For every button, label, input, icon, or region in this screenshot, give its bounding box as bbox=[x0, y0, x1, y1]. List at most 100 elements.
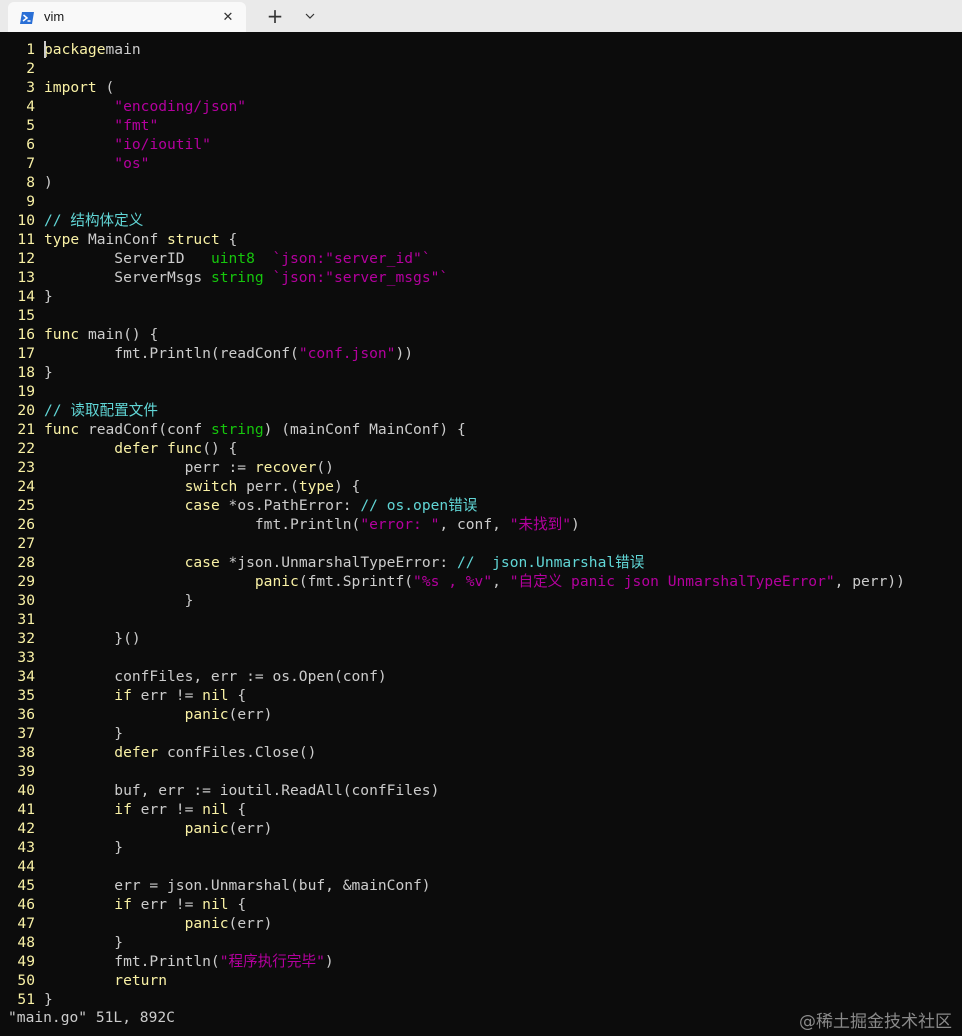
line-number: 16 bbox=[17, 326, 35, 343]
chevron-down-icon[interactable] bbox=[298, 4, 322, 28]
line-number: 24 bbox=[17, 478, 35, 495]
tab-vim[interactable]: vim ✕ bbox=[8, 2, 246, 32]
code-token: panic bbox=[254, 573, 299, 590]
code-token: nil bbox=[202, 687, 229, 704]
code-token: // 读取配置文件 bbox=[44, 402, 158, 419]
line-number: 51 bbox=[17, 991, 35, 1008]
line-number: 43 bbox=[17, 839, 35, 856]
code-line: 45 err = json.Unmarshal(buf, &mainConf) bbox=[0, 876, 962, 895]
code-line: 11 type MainConf struct { bbox=[0, 230, 962, 249]
code-token: type bbox=[298, 478, 334, 495]
close-icon[interactable]: ✕ bbox=[218, 7, 238, 27]
line-number: 32 bbox=[17, 630, 35, 647]
code-token: err != bbox=[131, 687, 203, 704]
code-line: 9 bbox=[0, 192, 962, 211]
line-number: 4 bbox=[26, 98, 35, 115]
code-token: "error: " bbox=[360, 516, 440, 533]
code-token: MainConf bbox=[79, 231, 168, 248]
code-line: 15 bbox=[0, 306, 962, 325]
code-token: recover bbox=[254, 459, 317, 476]
line-number: 33 bbox=[17, 649, 35, 666]
code-token: if bbox=[114, 687, 132, 704]
line-number: 31 bbox=[17, 611, 35, 628]
line-number: 45 bbox=[17, 877, 35, 894]
code-token: { bbox=[219, 231, 238, 248]
code-line: 19 bbox=[0, 382, 962, 401]
code-line: 25 case *os.PathError: // os.open错误 bbox=[0, 496, 962, 515]
code-token: , bbox=[492, 573, 510, 590]
code-token: panic bbox=[184, 706, 229, 723]
code-token: case bbox=[184, 497, 220, 514]
code-token: switch bbox=[184, 478, 238, 495]
code-token: uint8 bbox=[210, 250, 255, 267]
line-number: 47 bbox=[17, 915, 35, 932]
code-line: 41 if err != nil { bbox=[0, 800, 962, 819]
line-number: 8 bbox=[26, 174, 35, 191]
code-token: } bbox=[44, 592, 194, 609]
line-number: 35 bbox=[17, 687, 35, 704]
code-line: 23 perr := recover() bbox=[0, 458, 962, 477]
code-token: } bbox=[44, 725, 124, 742]
code-token: ServerMsgs bbox=[44, 269, 211, 286]
code-line: 49 fmt.Println("程序执行完毕") bbox=[0, 952, 962, 971]
code-token: string bbox=[210, 269, 264, 286]
code-token: (err) bbox=[228, 915, 273, 932]
code-token: "自定义 panic json UnmarshalTypeError" bbox=[509, 573, 835, 590]
code-token: } bbox=[44, 934, 124, 951]
line-number: 12 bbox=[17, 250, 35, 267]
code-line: 6 "io/ioutil" bbox=[0, 135, 962, 154]
code-line: 3 import ( bbox=[0, 78, 962, 97]
code-token: , perr)) bbox=[834, 573, 905, 590]
code-token: ) bbox=[571, 516, 580, 533]
text-cursor bbox=[44, 41, 46, 58]
code-token: "conf.json" bbox=[298, 345, 396, 362]
line-number: 26 bbox=[17, 516, 35, 533]
code-token: ) (mainConf MainConf) { bbox=[263, 421, 466, 438]
code-token: struct bbox=[167, 231, 220, 248]
line-number: 18 bbox=[17, 364, 35, 381]
code-token: perr.( bbox=[237, 478, 299, 495]
code-line: 36 panic(err) bbox=[0, 705, 962, 724]
code-line: 30 } bbox=[0, 591, 962, 610]
code-token: // 结构体定义 bbox=[44, 212, 144, 229]
code-line: 29 panic(fmt.Sprintf("%s , %v", "自定义 pan… bbox=[0, 572, 962, 591]
code-line: 7 "os" bbox=[0, 154, 962, 173]
line-number: 28 bbox=[17, 554, 35, 571]
code-token: "os" bbox=[114, 155, 150, 172]
line-number: 39 bbox=[17, 763, 35, 780]
vim-editor[interactable]: 1 packagemain 2 3 import (4 "encoding/json" 5… bbox=[0, 40, 962, 1009]
code-token: *json.UnmarshalTypeError: bbox=[219, 554, 457, 571]
code-token: defer bbox=[114, 440, 159, 457]
code-line: 40 buf, err := ioutil.ReadAll(confFiles) bbox=[0, 781, 962, 800]
line-number: 49 bbox=[17, 953, 35, 970]
code-token: package bbox=[44, 41, 106, 58]
line-number: 15 bbox=[17, 307, 35, 324]
code-token: string bbox=[210, 421, 264, 438]
code-token: return bbox=[114, 972, 168, 989]
code-token: }() bbox=[44, 630, 141, 647]
title-bar: vim ✕ + bbox=[0, 0, 962, 32]
powershell-icon bbox=[19, 10, 35, 24]
code-token: } bbox=[44, 839, 124, 856]
code-token: *os.PathError: bbox=[219, 497, 361, 514]
code-token: ( bbox=[96, 79, 115, 96]
line-number: 1 bbox=[26, 41, 35, 58]
line-number: 21 bbox=[17, 421, 35, 438]
code-token: "io/ioutil" bbox=[114, 136, 211, 153]
code-line: 37 } bbox=[0, 724, 962, 743]
code-token: (err) bbox=[228, 706, 273, 723]
code-token: func bbox=[44, 421, 80, 438]
code-line: 13 ServerMsgs string `json:"server_msgs"… bbox=[0, 268, 962, 287]
code-token: "fmt" bbox=[114, 117, 159, 134]
line-number: 30 bbox=[17, 592, 35, 609]
new-tab-button[interactable]: + bbox=[262, 4, 288, 28]
code-token: ServerID bbox=[44, 250, 211, 267]
code-token: case bbox=[184, 554, 220, 571]
code-token: fmt.Println(readConf( bbox=[44, 345, 299, 362]
code-line: 22 defer func() { bbox=[0, 439, 962, 458]
